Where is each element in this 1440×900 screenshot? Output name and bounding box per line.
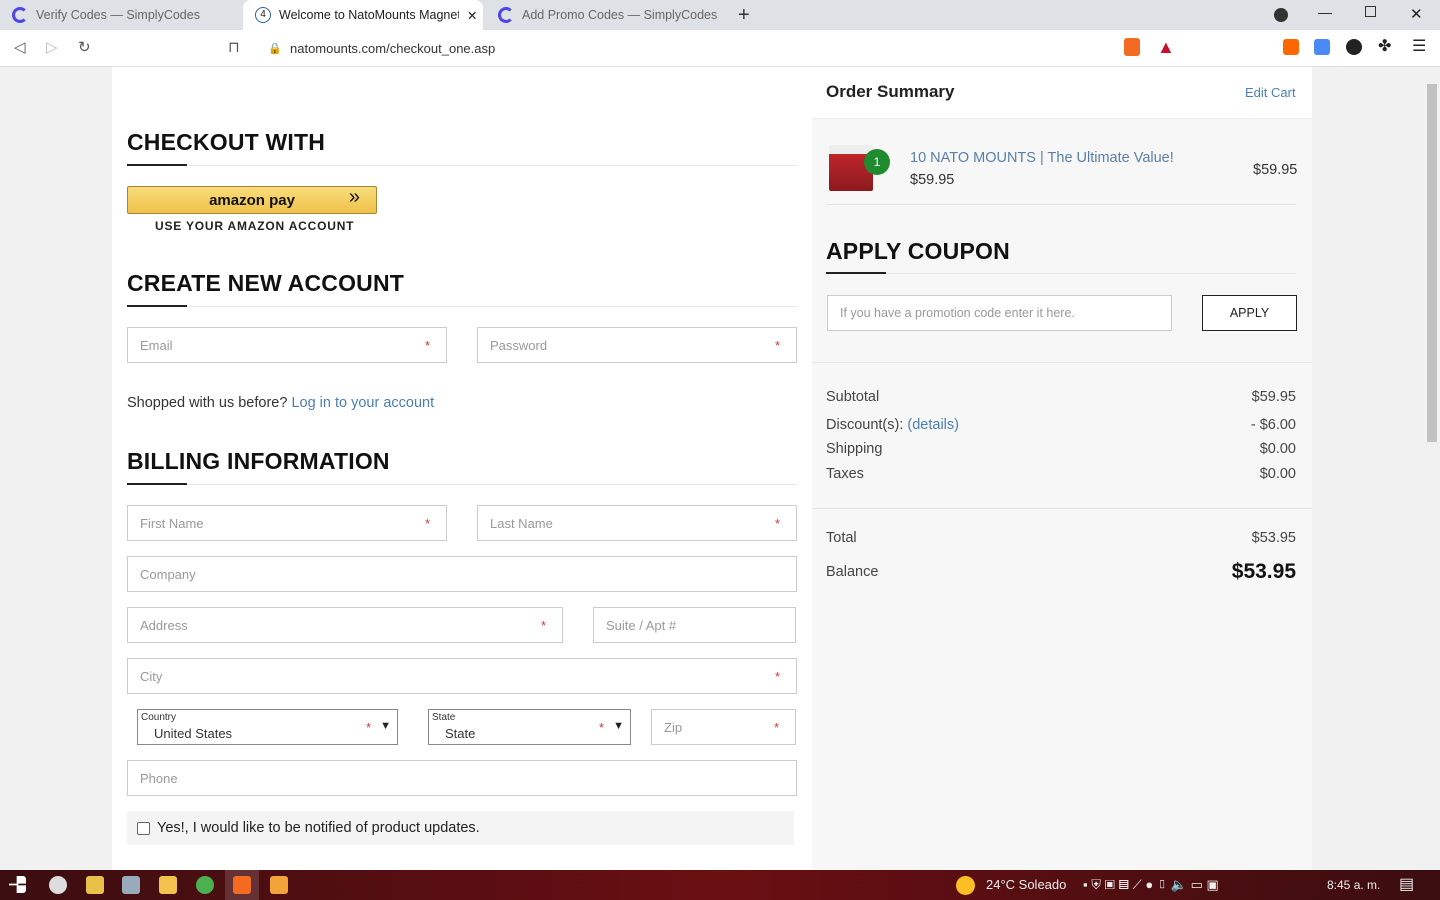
notifications-icon[interactable]: ▤ (1399, 874, 1414, 894)
close-tab-icon[interactable]: ✕ (467, 8, 477, 23)
company-field[interactable]: Company (127, 556, 797, 592)
discount-row: Discount(s): (details) - $6.00 (826, 417, 1296, 433)
password-field[interactable]: Password * (477, 327, 797, 363)
address-bar-row: ◁ ▷ ↻ ⊓ 🔒 natomounts.com/checkout_one.asp… (0, 30, 1440, 67)
taskbar: 24°C Soleado ▪ ⛨ ▣ ▤ ⟋ ● ▯ 🔈 ▭ ▣ 8:45 a.… (0, 870, 1440, 900)
brave-rewards-icon[interactable]: ▲ (1157, 37, 1175, 58)
taskbar-app-icon[interactable] (49, 876, 67, 894)
minimize-icon[interactable]: — (1318, 4, 1332, 20)
heading-billing: BILLING INFORMATION (127, 448, 390, 474)
notify-row: Yes!, I would like to be notified of pro… (127, 811, 794, 845)
heading-checkout-with: CHECKOUT WITH (127, 129, 326, 155)
extensions-puzzle-icon[interactable]: ✤ (1378, 36, 1391, 56)
unit-price: $59.95 (910, 172, 955, 188)
edit-cart-link[interactable]: Edit Cart (1245, 85, 1296, 100)
suite-field[interactable]: Suite / Apt # (593, 607, 796, 643)
divider (812, 508, 1312, 509)
divider (127, 483, 797, 485)
tab-badge: 4 (255, 7, 271, 23)
forward-icon[interactable]: ▷ (46, 38, 58, 56)
calculator-icon[interactable] (122, 876, 140, 894)
scrollbar[interactable] (1424, 67, 1440, 870)
coupon-input[interactable]: If you have a promotion code enter it he… (827, 295, 1172, 331)
apply-coupon-button[interactable]: APPLY (1202, 295, 1297, 331)
balance-row: Balance $53.95 (826, 560, 1296, 583)
summary-title: Order Summary (826, 82, 955, 101)
file-explorer-icon[interactable] (159, 876, 177, 894)
back-icon[interactable]: ◁ (14, 38, 26, 56)
phone-field[interactable]: Phone (127, 760, 797, 796)
brave-taskbar-button[interactable] (225, 870, 259, 900)
divider (826, 204, 1296, 205)
tab-bar: Verify Codes — SimplyCodes 4 Welcome to N… (0, 0, 1440, 30)
media-player-icon[interactable] (270, 876, 288, 894)
extension-icon[interactable] (1283, 39, 1299, 55)
tab-search-icon[interactable] (1274, 8, 1288, 22)
reload-icon[interactable]: ↻ (78, 38, 91, 56)
subtotal-row: Subtotal $59.95 (826, 389, 1296, 405)
login-prompt: Shopped with us before? Log in to your a… (127, 395, 435, 411)
divider (812, 362, 1312, 363)
extension-w-icon[interactable] (1346, 39, 1362, 55)
weather-text[interactable]: 24°C Soleado (986, 877, 1066, 892)
clock[interactable]: 8:45 a. m. (1327, 878, 1380, 892)
heading-create-account: CREATE NEW ACCOUNT (127, 270, 405, 296)
maximize-icon[interactable] (1365, 6, 1376, 17)
total-row: Total $53.95 (826, 530, 1296, 546)
zip-field[interactable]: Zip * (651, 709, 796, 745)
country-select[interactable]: Country United States * ▼ (137, 709, 398, 745)
menu-icon[interactable]: ☰ (1412, 36, 1426, 56)
divider (127, 164, 797, 166)
url-input[interactable]: 🔒 natomounts.com/checkout_one.asp (256, 34, 1184, 63)
simplycodes-icon (498, 7, 514, 23)
lock-icon: 🔒 (268, 43, 282, 55)
discount-details-link[interactable]: (details) (907, 417, 959, 433)
amazon-pay-button[interactable]: amazon pay» (127, 186, 377, 214)
new-tab-button[interactable]: + (726, 0, 750, 30)
weather-sun-icon[interactable] (956, 876, 975, 895)
last-name-field[interactable]: Last Name * (477, 505, 797, 541)
chevron-down-icon: ▼ (380, 720, 391, 732)
tray-icons[interactable]: ▪ ⛨ ▣ ▤ ⟋ ● ▯ 🔈 ▭ ▣ (1083, 877, 1219, 893)
windows-start-icon[interactable] (9, 876, 26, 893)
double-chevron-icon: » (348, 186, 360, 208)
bookmark-icon[interactable]: ⊓ (228, 38, 240, 56)
city-field[interactable]: City * (127, 658, 797, 694)
tab-natomounts[interactable]: 4 Welcome to NatoMounts Magnet ✕ (243, 0, 483, 30)
brave-icon (233, 876, 251, 894)
shipping-row: Shipping $0.00 (826, 441, 1296, 457)
taxes-row: Taxes $0.00 (826, 466, 1296, 482)
email-field[interactable]: Email * (127, 327, 447, 363)
heading-apply-coupon: APPLY COUPON (826, 238, 1010, 264)
brave-shield-icon[interactable] (1124, 38, 1140, 56)
divider (826, 272, 1296, 274)
notify-checkbox[interactable] (137, 821, 150, 835)
tab-add-promo[interactable]: Add Promo Codes — SimplyCodes (486, 0, 726, 30)
quantity-badge: 1 (864, 149, 890, 175)
line-total: $59.95 (1253, 162, 1298, 178)
address-field[interactable]: Address * (127, 607, 563, 643)
product-name-link[interactable]: 10 NATO MOUNTS | The Ultimate Value! (910, 150, 1174, 166)
tab-verify-codes[interactable]: Verify Codes — SimplyCodes (0, 0, 240, 30)
divider (127, 305, 797, 307)
taskbar-app-icon[interactable] (86, 876, 104, 894)
amazon-caption: USE YOUR AMAZON ACCOUNT (155, 219, 355, 233)
login-link[interactable]: Log in to your account (291, 395, 434, 411)
simplycodes-icon (12, 7, 28, 23)
translate-icon[interactable] (1314, 39, 1330, 55)
close-window-icon[interactable]: ✕ (1410, 5, 1423, 23)
chrome-icon[interactable] (196, 876, 214, 894)
first-name-field[interactable]: First Name * (127, 505, 447, 541)
state-select[interactable]: State State * ▼ (428, 709, 631, 745)
chevron-down-icon: ▼ (613, 720, 624, 732)
scrollbar-thumb[interactable] (1427, 84, 1437, 442)
